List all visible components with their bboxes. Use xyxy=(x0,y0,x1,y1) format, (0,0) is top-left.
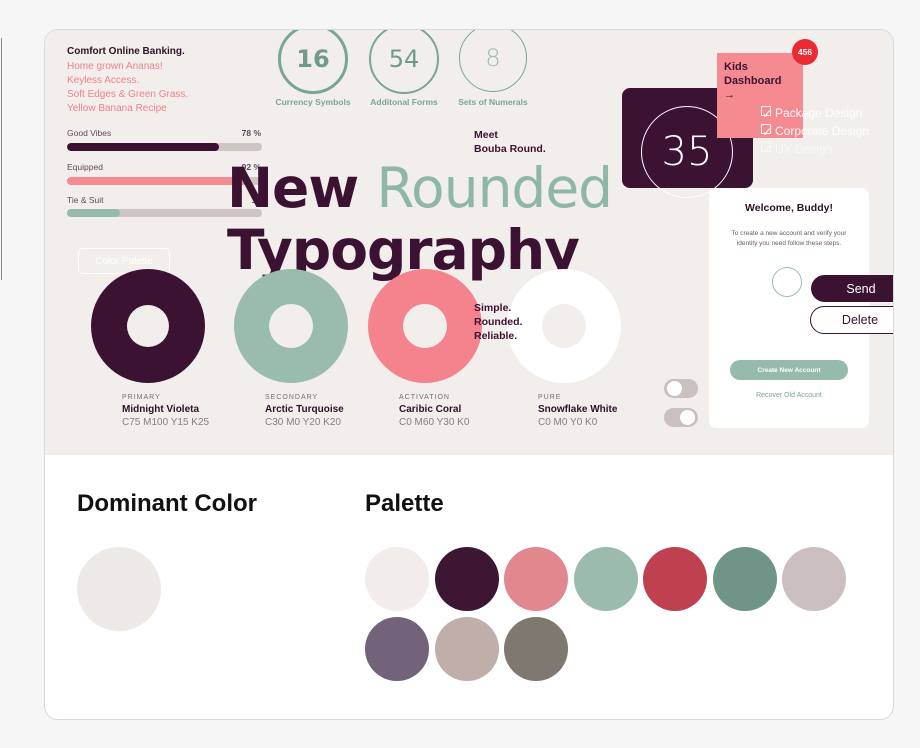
checkbox-checked-icon: ✓ xyxy=(761,106,773,121)
swatch-caption: PURE Snowflake White C0 M0 Y0 K0 xyxy=(538,394,678,428)
kids-title: Kids xyxy=(724,61,748,73)
swatch-kind: SECONDARY xyxy=(265,394,319,401)
palette-swatch[interactable] xyxy=(434,617,499,681)
arrow-right-icon: → xyxy=(724,89,735,101)
avatar-circle xyxy=(772,267,802,297)
headline-word: New xyxy=(227,156,359,220)
delete-button[interactable]: Delete xyxy=(810,306,893,334)
recover-account-link[interactable]: Recover Old Account xyxy=(709,392,869,399)
checklist-item[interactable]: ✓ Package Design xyxy=(761,106,863,121)
swatch-cmyk: C0 M0 Y0 K0 xyxy=(538,417,598,428)
secondary-swatch-donut xyxy=(234,269,348,383)
checklist-label: Corporate Design xyxy=(775,124,870,138)
ring-caption: Currency Symbols xyxy=(275,97,351,107)
ring-number: 16 xyxy=(296,45,330,73)
panel-title: Welcome, Buddy! xyxy=(745,202,833,214)
swatch-caption: PRIMARY Midnight Violeta C75 M100 Y15 K2… xyxy=(122,394,262,428)
kids-title: Dashboard xyxy=(724,75,782,87)
palette-swatch[interactable] xyxy=(782,547,846,611)
checklist-label: Package Design xyxy=(775,106,863,120)
palette-swatch[interactable] xyxy=(573,547,638,611)
palette-swatch[interactable] xyxy=(434,547,499,611)
ring-caption: Additonal Forms xyxy=(370,97,438,107)
number-ring: 8 xyxy=(459,30,527,92)
send-button[interactable]: Send xyxy=(811,275,893,302)
simple-line: Simple. xyxy=(474,302,512,314)
dominant-color-title: Dominant Color xyxy=(77,490,257,517)
bar-value: 78 % xyxy=(241,128,261,138)
meet-line: Meet xyxy=(474,129,498,141)
progress-fill xyxy=(67,209,120,217)
progress-bar-good-vibes xyxy=(67,143,262,151)
palette-swatch[interactable] xyxy=(712,547,777,611)
swatch-name: Caribic Coral xyxy=(399,404,462,415)
image-result-card: Comfort Online Banking. Home grown Anana… xyxy=(44,29,894,720)
left-edge-line xyxy=(1,38,2,280)
ring-number: 54 xyxy=(388,45,420,73)
simple-text: Simple. Rounded. Reliable. xyxy=(474,301,522,343)
palette-swatch[interactable] xyxy=(504,547,568,611)
swatch-kind: PURE xyxy=(538,394,562,401)
progress-fill xyxy=(67,143,220,151)
swatch-cmyk: C0 M60 Y30 K0 xyxy=(399,417,470,428)
swatch-caption: ACTIVATION Caribic Coral C0 M60 Y30 K0 xyxy=(399,394,539,428)
bar-label: Tie & Suit xyxy=(67,195,104,205)
headline-word: Rounded xyxy=(376,156,613,220)
checklist-label: UX Design xyxy=(775,142,833,156)
palette-swatch[interactable] xyxy=(643,547,707,611)
pure-swatch-donut xyxy=(507,269,621,383)
number-ring: 54 xyxy=(369,30,439,94)
swatch-kind: PRIMARY xyxy=(122,394,161,401)
notification-badge: 456 xyxy=(792,39,818,65)
simple-line: Reliable. xyxy=(474,330,518,342)
checklist-item[interactable]: ✓ Corporate Design xyxy=(761,124,870,139)
bar-label: Good Vibes xyxy=(67,128,112,138)
banking-line: Soft Edges & Green Grass. xyxy=(67,89,189,100)
banking-line: Keyless Access. xyxy=(67,75,140,86)
simple-line: Rounded. xyxy=(474,316,523,328)
banking-line: Yellow Banana Recipe xyxy=(67,103,167,114)
banking-line: Home grown Ananas! xyxy=(67,61,163,72)
toggle-switch[interactable] xyxy=(664,379,698,398)
meet-text: Meet Bouba Round. xyxy=(474,128,546,156)
ring-caption: Sets of Numerals xyxy=(458,97,528,107)
swatch-kind: ACTIVATION xyxy=(399,394,450,401)
primary-swatch-donut xyxy=(91,269,205,383)
swatch-name: Arctic Turquoise xyxy=(265,404,344,415)
create-account-button[interactable]: Create New Account xyxy=(730,360,848,380)
dominant-color-swatch[interactable] xyxy=(77,547,161,631)
swatch-name: Midnight Violeta xyxy=(122,404,200,415)
checkbox-checked-icon: ✓ xyxy=(761,124,773,139)
number-ring: 16 xyxy=(278,30,348,94)
meet-line: Bouba Round. xyxy=(474,143,546,155)
swatch-caption: SECONDARY Arctic Turquoise C30 M0 Y20 K2… xyxy=(265,394,405,428)
design-preview-image[interactable]: Comfort Online Banking. Home grown Anana… xyxy=(45,30,893,455)
activation-swatch-donut xyxy=(368,269,482,383)
banking-title: Comfort Online Banking. xyxy=(67,46,185,57)
panel-text: To create a new account and verify your … xyxy=(731,230,847,247)
palette-swatch[interactable] xyxy=(365,547,429,611)
swatch-name: Snowflake White xyxy=(538,404,618,415)
swatch-cmyk: C75 M100 Y15 K25 xyxy=(122,417,210,428)
toggle-switch[interactable] xyxy=(664,408,698,427)
big-number: 35 xyxy=(661,129,713,175)
palette-swatch[interactable] xyxy=(504,617,568,681)
ring-number: 8 xyxy=(485,44,501,72)
headline-line-1: New Rounded xyxy=(227,156,613,220)
progress-fill xyxy=(67,177,247,185)
checkbox-checked-icon: ✓ xyxy=(761,142,773,157)
palette-swatch[interactable] xyxy=(365,617,429,681)
palette-title: Palette xyxy=(365,490,444,517)
bar-label: Equipped xyxy=(67,162,103,172)
swatch-cmyk: C30 M0 Y20 K20 xyxy=(265,417,341,428)
checklist-item[interactable]: ✓ UX Design xyxy=(761,142,833,157)
